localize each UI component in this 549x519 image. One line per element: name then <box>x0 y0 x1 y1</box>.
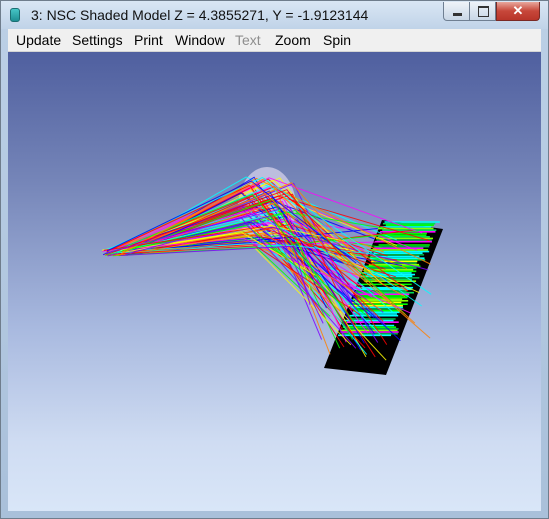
shaded-model-viewport[interactable] <box>8 52 541 511</box>
maximize-icon <box>478 6 489 17</box>
menu-bar: Update Settings Print Window Text Zoom S… <box>8 29 541 52</box>
close-icon: ✕ <box>512 3 524 18</box>
menu-text: Text <box>235 32 261 48</box>
minimize-button[interactable] <box>443 2 470 21</box>
menu-print[interactable]: Print <box>134 32 163 48</box>
menu-zoom[interactable]: Zoom <box>275 32 311 48</box>
title-bar[interactable]: 3: NSC Shaded Model Z = 4.3855271, Y = -… <box>1 1 548 29</box>
application-window: 3: NSC Shaded Model Z = 4.3855271, Y = -… <box>0 0 549 519</box>
menu-window[interactable]: Window <box>175 32 225 48</box>
menu-spin[interactable]: Spin <box>323 32 351 48</box>
maximize-button[interactable] <box>470 2 496 21</box>
shaded-model-scene <box>102 167 443 375</box>
app-icon[interactable] <box>10 8 20 22</box>
menu-update[interactable]: Update <box>16 32 61 48</box>
minimize-icon <box>453 13 462 16</box>
window-title: 3: NSC Shaded Model Z = 4.3855271, Y = -… <box>31 7 369 23</box>
menu-settings[interactable]: Settings <box>72 32 123 48</box>
close-button[interactable]: ✕ <box>496 2 540 21</box>
